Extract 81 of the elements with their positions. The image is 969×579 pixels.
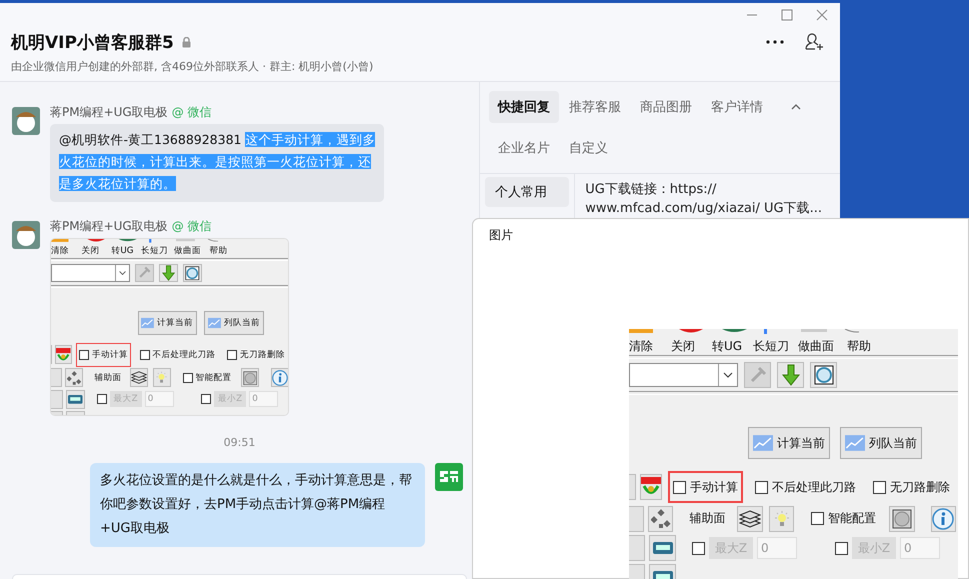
- toolbar-label[interactable]: 长短刀: [141, 240, 174, 258]
- circle-icon[interactable]: [182, 264, 202, 282]
- viewer-title: 图片: [488, 227, 514, 244]
- option-label: 智能配置: [828, 510, 876, 527]
- caret-icon[interactable]: [791, 104, 801, 110]
- dropdown[interactable]: [51, 264, 130, 282]
- chart-icon: [845, 432, 865, 454]
- category-item[interactable]: 个人常用: [485, 177, 570, 207]
- checkbox[interactable]: [226, 350, 237, 360]
- toolbar-label[interactable]: 帮助: [847, 332, 887, 354]
- checkbox[interactable]: [835, 542, 848, 554]
- option-label: 无刀路删除: [890, 478, 950, 496]
- panel-tab[interactable]: 自定义: [560, 132, 617, 164]
- calculate-button[interactable]: 列队当前: [204, 311, 264, 335]
- toolbar-label[interactable]: 做曲面: [798, 332, 847, 354]
- message-bubble: @机明软件-黄工13688928381 这个手动计算，遇到多火花位的时候，计算出来。是按照第一火花位计算，还是多火花位计算的。: [50, 124, 384, 202]
- option-label: 手动计算: [92, 348, 128, 361]
- option-label: 辅助面: [94, 372, 122, 384]
- option-label: 手动计算: [690, 478, 738, 496]
- checkbox[interactable]: [140, 350, 150, 360]
- option-label: 不后处理此刀路: [772, 478, 856, 496]
- avatar-icon[interactable]: [12, 107, 40, 135]
- nodes-icon[interactable]: [64, 368, 83, 388]
- toolbar-label[interactable]: 做曲面: [174, 240, 210, 258]
- checkbox[interactable]: [811, 512, 824, 525]
- toolbar-label[interactable]: 关闭: [82, 240, 112, 258]
- circle-icon[interactable]: [240, 368, 259, 388]
- checkbox[interactable]: [79, 350, 90, 360]
- checkbox[interactable]: [692, 542, 705, 554]
- message-input-field[interactable]: [12, 574, 467, 579]
- toolbar-label[interactable]: 关闭: [671, 332, 712, 354]
- option-label: 辅助面: [689, 510, 726, 527]
- toolbar-label[interactable]: 清除: [629, 332, 671, 354]
- more-icon[interactable]: [766, 40, 784, 44]
- panel-tab[interactable]: 客户详情: [702, 91, 772, 123]
- sender-name[interactable]: 蒋PM编程+UG取电极: [50, 104, 168, 121]
- add-member-icon[interactable]: [804, 33, 824, 51]
- sender-name[interactable]: 蒋PM编程+UG取电极: [50, 218, 168, 235]
- toolbar-label[interactable]: 帮助: [209, 240, 239, 258]
- option-label: 不后处理此刀路: [152, 348, 216, 361]
- calculate-button[interactable]: 计算当前: [138, 311, 198, 335]
- nodes-icon[interactable]: [648, 506, 674, 532]
- toolbar-label[interactable]: 转UG: [712, 332, 753, 354]
- source-label: @ 微信: [172, 104, 212, 121]
- quick-reply-item[interactable]: UG下载链接：https:// www.mfcad.com/ug/xiazai/ UG下载...: [585, 180, 830, 218]
- message-bubble: 多火花位设置的是什么就是什么，手动计算意思是，帮你吧参数设置好，去PM手动点击计算@蒋PM编程+UG取电极: [90, 463, 425, 547]
- color-icon[interactable]: [640, 474, 662, 500]
- timestamp: 09:51: [224, 436, 256, 449]
- panel-tab[interactable]: 企业名片: [489, 132, 559, 164]
- source-label: @ 微信: [172, 218, 212, 235]
- avatar-icon[interactable]: [435, 463, 463, 491]
- layers-icon[interactable]: [737, 506, 763, 532]
- close-icon[interactable]: [816, 9, 828, 21]
- calculate-button[interactable]: 计算当前: [748, 427, 830, 459]
- info-icon[interactable]: [270, 368, 288, 388]
- option-label: 无刀路删除: [240, 348, 285, 361]
- checkbox[interactable]: [96, 394, 107, 404]
- toolbar-label[interactable]: 转UG: [111, 240, 142, 258]
- dropdown[interactable]: [629, 363, 738, 387]
- window-title: 机明VIP小曾客服群5: [11, 32, 174, 54]
- checkbox[interactable]: [755, 480, 768, 494]
- panel-tab[interactable]: 快捷回复: [489, 91, 559, 123]
- tape-icon[interactable]: [649, 535, 676, 561]
- group-description: 由企业微信用户创建的外部群, 含469位外部联系人 · 群主: 机明小曾(小曾): [11, 59, 374, 74]
- tape-icon[interactable]: [66, 390, 86, 409]
- toolbar-label[interactable]: 长短刀: [753, 332, 798, 354]
- chart-icon: [753, 432, 773, 454]
- panel-tab[interactable]: 推荐客服: [560, 91, 630, 123]
- maximize-icon[interactable]: [781, 9, 793, 21]
- panel-tab[interactable]: 商品图册: [631, 91, 701, 123]
- toolbar-label[interactable]: 清除: [51, 240, 82, 258]
- checkbox[interactable]: [201, 394, 212, 404]
- checkbox[interactable]: [873, 480, 886, 494]
- checkbox[interactable]: [182, 372, 193, 383]
- color-icon[interactable]: [55, 345, 72, 364]
- avatar-icon[interactable]: [12, 221, 40, 249]
- layers-icon[interactable]: [130, 368, 148, 388]
- info-icon[interactable]: [930, 506, 956, 532]
- calculate-button[interactable]: 列队当前: [840, 427, 922, 459]
- option-label: 智能配置: [196, 372, 232, 384]
- checkbox[interactable]: [673, 480, 686, 494]
